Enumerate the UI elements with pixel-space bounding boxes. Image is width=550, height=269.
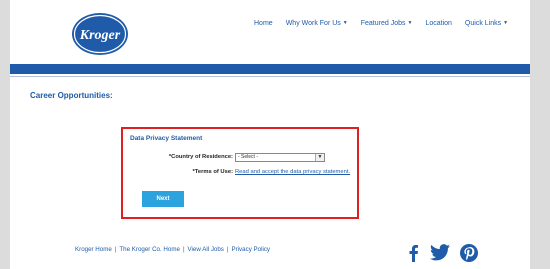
nav-featured-jobs[interactable]: Featured Jobs ▼ <box>361 20 413 27</box>
header-band <box>10 64 530 74</box>
chevron-down-icon: ▼ <box>315 154 324 161</box>
footer-separator: | <box>114 246 117 253</box>
nav-home-label: Home <box>254 20 273 27</box>
country-label: *Country of Residence: <box>168 154 233 160</box>
nav-why-work-for-us[interactable]: Why Work For Us ▼ <box>286 20 348 27</box>
country-select[interactable]: - Select - ▼ <box>235 153 325 162</box>
facebook-icon[interactable] <box>406 244 420 267</box>
footer-separator: | <box>226 246 229 253</box>
nav-featured-jobs-label: Featured Jobs <box>360 20 406 27</box>
nav-quick-links-label: Quick Links <box>464 20 502 27</box>
nav-home[interactable]: Home <box>254 20 273 27</box>
footer-links: Kroger Home | The Kroger Co. Home | View All… <box>75 246 270 253</box>
page-title: Career Opportunities: <box>30 91 113 100</box>
caret-down-icon: ▼ <box>407 20 413 26</box>
top-nav: Home Why Work For Us ▼ Featured Jobs ▼ Loc… <box>254 20 521 27</box>
page: Kroger Home Why Work For Us ▼ Featured Jo… <box>10 0 530 269</box>
footer-link-kroger-co-home[interactable]: The Kroger Co. Home <box>119 246 180 253</box>
header-divider <box>10 76 530 77</box>
kroger-logo[interactable]: Kroger <box>71 12 129 56</box>
country-select-value: - Select - <box>238 154 259 160</box>
twitter-icon[interactable] <box>430 244 450 267</box>
next-button[interactable]: Next <box>142 191 184 207</box>
pinterest-icon[interactable] <box>460 244 478 267</box>
nav-location-label: Location <box>425 20 452 27</box>
footer-separator: | <box>182 246 185 253</box>
terms-label: *Terms of Use: <box>192 169 233 175</box>
nav-quick-links[interactable]: Quick Links ▼ <box>465 20 508 27</box>
footer-link-view-all-jobs[interactable]: View All Jobs <box>188 246 224 253</box>
form-title: Data Privacy Statement <box>130 135 203 142</box>
nav-why-work-label: Why Work For Us <box>285 20 341 27</box>
privacy-form: Data Privacy Statement *Country of Resid… <box>121 127 359 219</box>
privacy-statement-link[interactable]: Read and accept the data privacy stateme… <box>235 169 350 175</box>
caret-down-icon: ▼ <box>503 20 509 26</box>
nav-location[interactable]: Location <box>425 20 451 27</box>
caret-down-icon: ▼ <box>342 20 348 26</box>
footer-link-privacy-policy[interactable]: Privacy Policy <box>232 246 271 253</box>
social-links <box>406 244 478 267</box>
footer-link-kroger-home[interactable]: Kroger Home <box>75 246 112 253</box>
logo-text: Kroger <box>79 28 121 43</box>
